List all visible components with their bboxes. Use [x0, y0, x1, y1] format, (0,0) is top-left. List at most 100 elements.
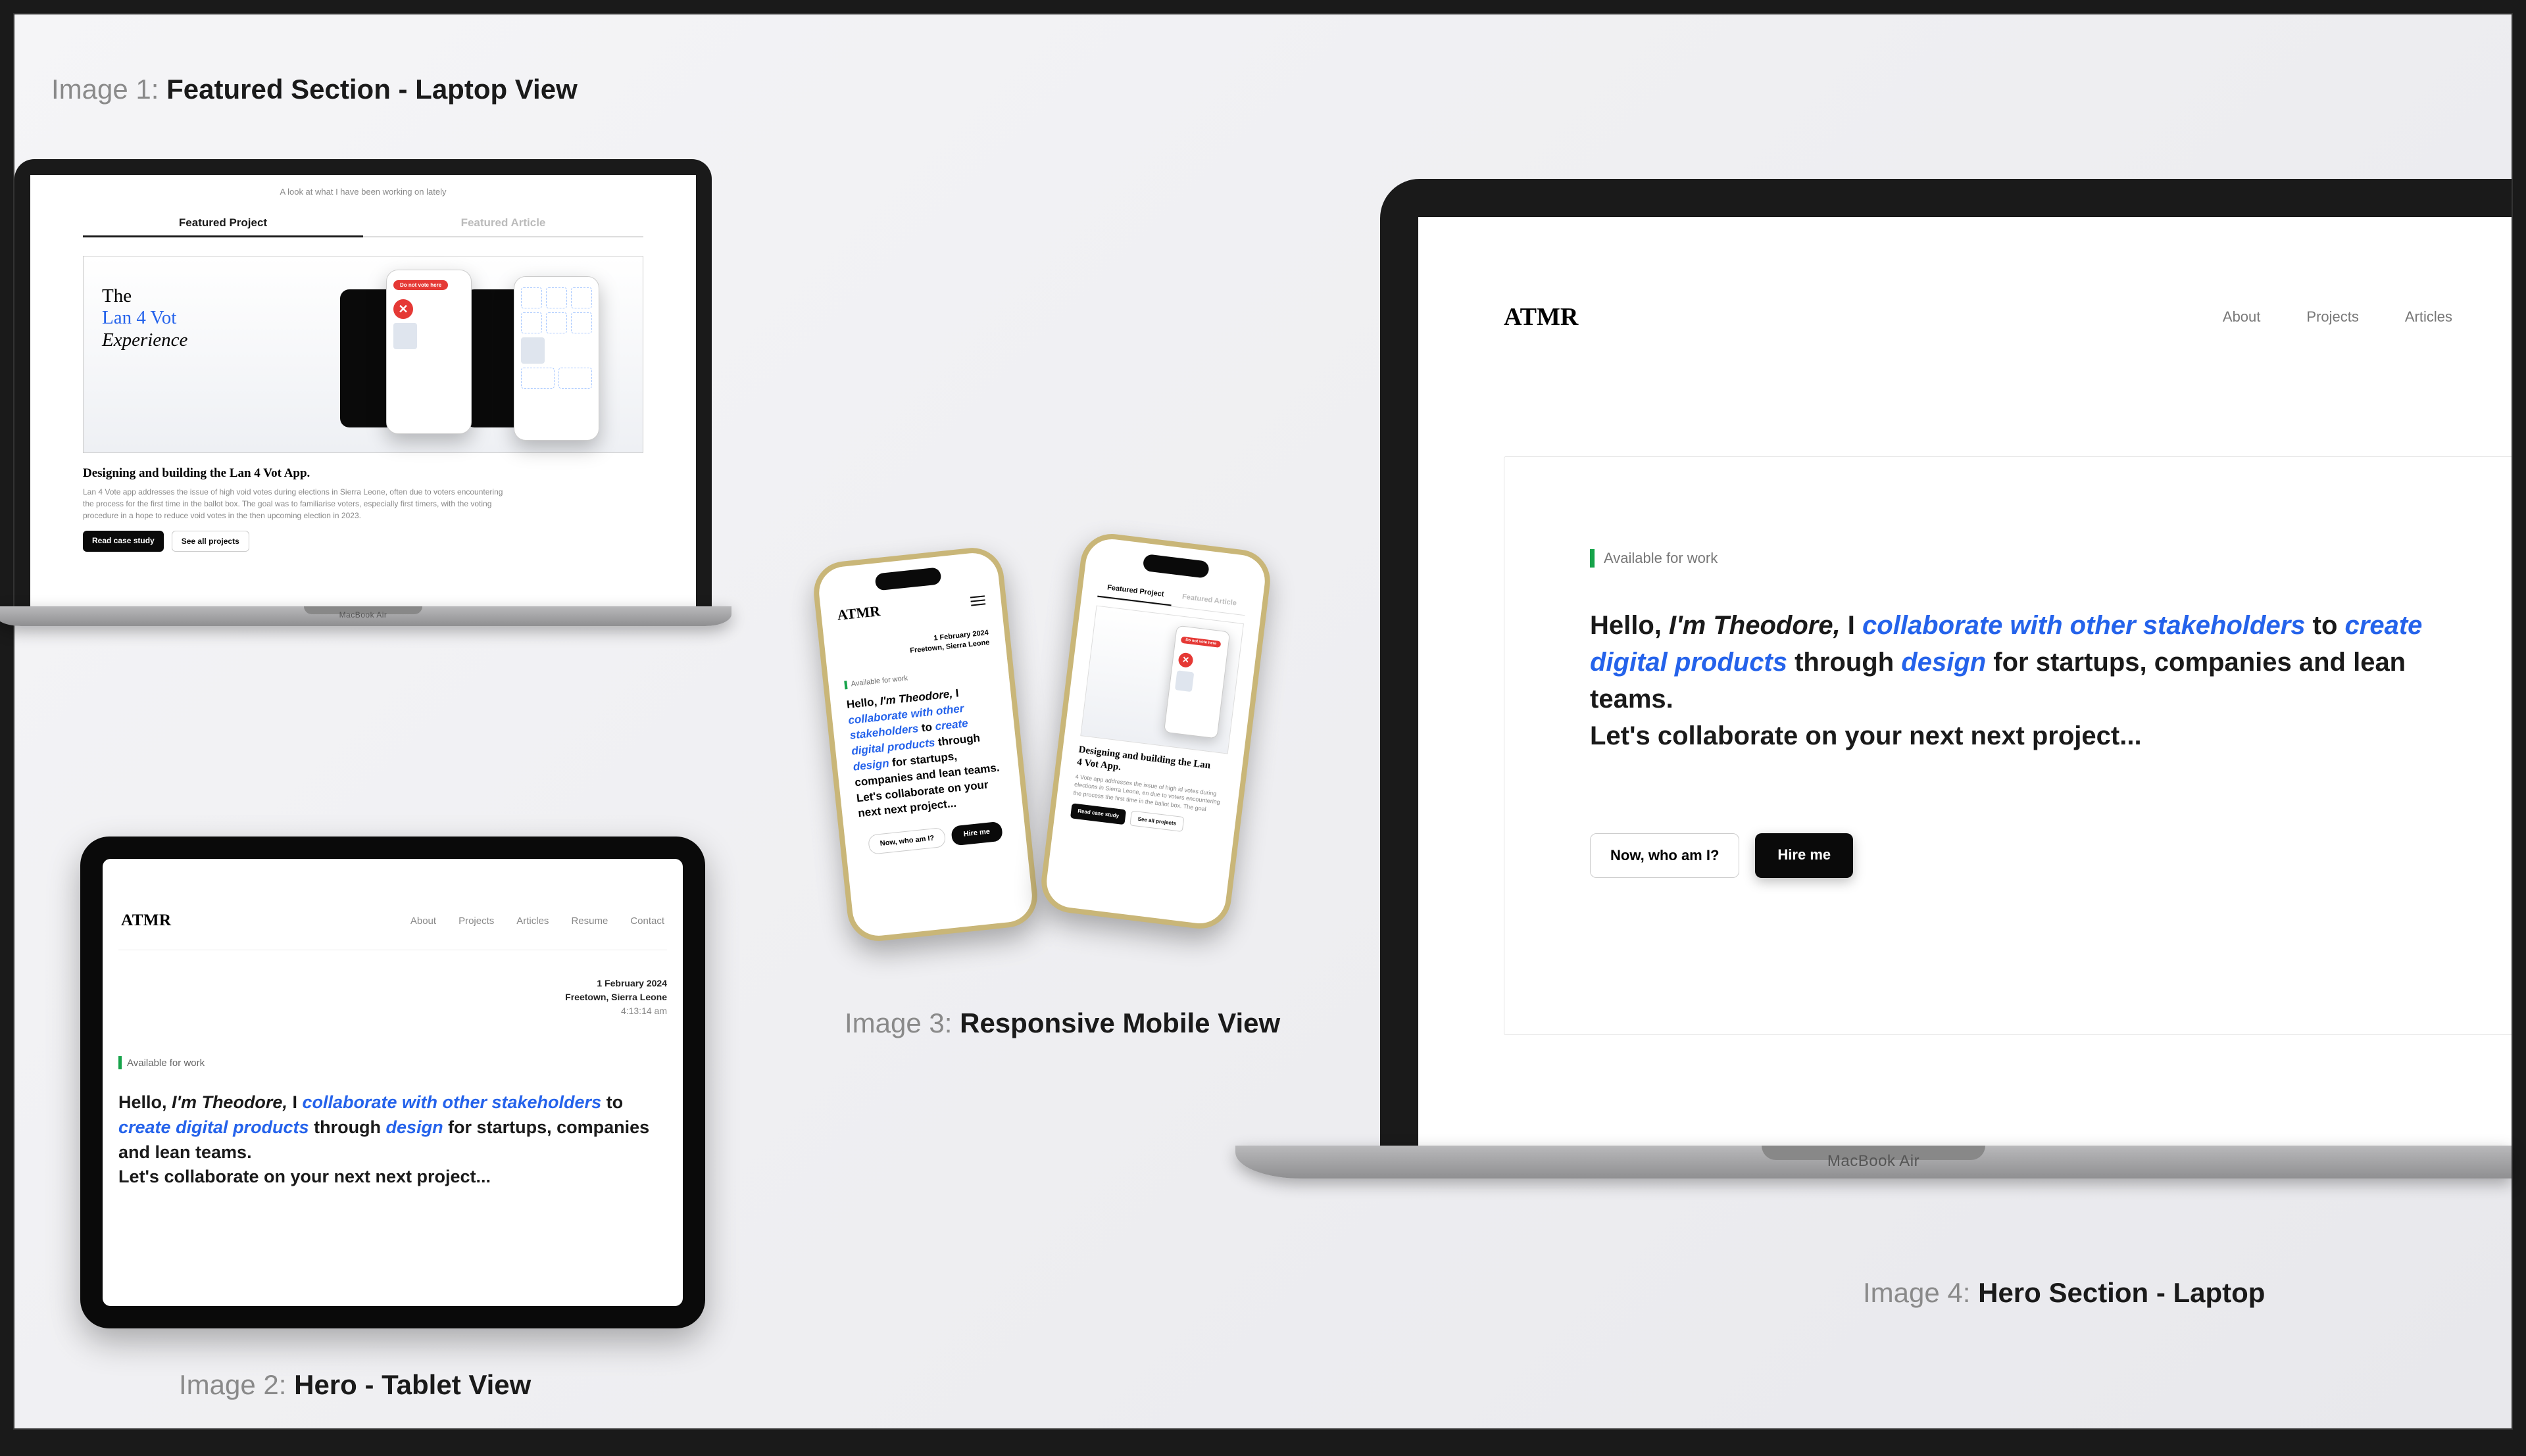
macbook-label: MacBook Air	[1235, 1152, 2512, 1171]
availability-text: Available for work	[851, 675, 908, 689]
hire-me-button[interactable]: Hire me	[951, 821, 1003, 846]
meta-location: Freetown, Sierra Leone	[118, 990, 667, 1004]
laptop-screen: ATMR About Projects Articles Available f…	[1418, 217, 2512, 1146]
mobile-buttons: Now, who am I? Hire me	[860, 821, 1010, 856]
hero-link-design[interactable]: design	[386, 1117, 443, 1137]
inner-phone-mockup: Do not vote here ✕	[1164, 625, 1230, 739]
nav-about[interactable]: About	[410, 915, 436, 927]
project-description: Lan 4 Vote app addresses the issue of hi…	[83, 486, 504, 522]
hero-text: Hello, I'm Theodore, I collaborate with …	[1590, 607, 2465, 754]
nav-projects[interactable]: Projects	[458, 915, 494, 927]
tab-featured-article[interactable]: Featured Article	[363, 210, 643, 236]
hamburger-menu-icon[interactable]	[970, 595, 985, 606]
nav-about[interactable]: About	[2223, 308, 2261, 326]
mobile-mockup-group: ATMR 1 February 2024 Freetown, Sierra Le…	[830, 541, 1304, 961]
read-case-study-button[interactable]: Read case study	[1070, 804, 1126, 825]
mobile-mockup-hero: ATMR 1 February 2024 Freetown, Sierra Le…	[810, 545, 1040, 944]
availability-text: Available for work	[1604, 550, 1718, 567]
featured-image-frame: The Lan 4 Vot Experience Do not vote her…	[83, 256, 643, 453]
caption-image1: Image 1: Featured Section - Laptop View	[51, 74, 578, 105]
tile-icon	[546, 287, 567, 308]
mobile-featured-frame: Do not vote here ✕	[1080, 606, 1244, 754]
error-x-icon: ✕	[393, 299, 413, 319]
mobile-nav: ATMR	[836, 591, 985, 623]
who-am-i-button[interactable]: Now, who am I?	[1590, 833, 1739, 878]
availability-bar-icon	[844, 681, 847, 689]
availability-badge: Available for work	[1590, 549, 2512, 568]
hero-card: Available for work Hello, I'm Theodore, …	[1504, 456, 2512, 1035]
tile-row	[521, 312, 592, 333]
availability-text: Available for work	[127, 1057, 205, 1069]
who-am-i-button[interactable]: Now, who am I?	[868, 827, 946, 855]
hero-link-collaborate[interactable]: collaborate with other stakeholders	[1862, 611, 2306, 640]
laptop-screen: A look at what I have been working on la…	[30, 175, 696, 606]
brand-logo[interactable]: ATMR	[121, 911, 172, 930]
tile-icon	[558, 368, 592, 389]
meta-date: 1 February 2024	[118, 977, 667, 990]
nav-articles[interactable]: Articles	[516, 915, 549, 927]
meta-block: 1 February 2024 Freetown, Sierra Leone 4…	[118, 977, 667, 1018]
hero-link-collaborate[interactable]: collaborate with other stakeholders	[302, 1092, 601, 1112]
error-x-icon: ✕	[1177, 652, 1194, 668]
tablet-bezel: ATMR About Projects Articles Resume Cont…	[80, 837, 705, 1328]
tile-icon	[521, 368, 555, 389]
hero-link-design[interactable]: design	[853, 757, 889, 773]
meta-time: 4:13:14 am	[118, 1004, 667, 1018]
caption-bold: Featured Section - Laptop View	[166, 74, 578, 105]
fg-phone-mockup	[514, 276, 599, 441]
avatar-tile-icon	[521, 337, 545, 364]
tab-featured-project[interactable]: Featured Project	[1097, 577, 1174, 606]
caption-bold: Hero Section - Laptop	[1978, 1277, 2265, 1308]
hero-link-create[interactable]: create digital products	[118, 1117, 309, 1137]
see-all-projects-button[interactable]: See all projects	[172, 531, 249, 552]
caption-prefix: Image 1:	[51, 74, 166, 105]
brand-logo[interactable]: ATMR	[836, 602, 881, 624]
laptop-mockup-hero: ATMR About Projects Articles Available f…	[1380, 179, 2512, 1178]
project-title: Designing and building the Lan 4 Vot App…	[83, 466, 643, 481]
caption-prefix: Image 2:	[179, 1369, 294, 1400]
featured-subtitle: A look at what I have been working on la…	[83, 187, 643, 197]
laptop-bezel: ATMR About Projects Articles Available f…	[1380, 179, 2512, 1146]
caption-prefix: Image 3:	[845, 1007, 960, 1038]
nav-bar: ATMR About Projects Articles Resume Cont…	[118, 911, 667, 950]
hire-me-button[interactable]: Hire me	[1755, 833, 1853, 878]
avatar-tile-icon	[393, 323, 417, 349]
tab-featured-project[interactable]: Featured Project	[83, 210, 363, 236]
hero-text: Hello, I'm Theodore, I collaborate with …	[118, 1090, 667, 1190]
tab-featured-article[interactable]: Featured Article	[1171, 587, 1247, 616]
featured-tabs: Featured Project Featured Article	[83, 210, 643, 237]
caption-image3: Image 3: Responsive Mobile View	[845, 1007, 1280, 1039]
tile-icon	[546, 312, 567, 333]
see-all-projects-button[interactable]: See all projects	[1129, 811, 1184, 833]
tablet-screen: ATMR About Projects Articles Resume Cont…	[103, 859, 683, 1306]
nav-projects[interactable]: Projects	[2306, 308, 2358, 326]
caption-image2: Image 2: Hero - Tablet View	[179, 1369, 531, 1401]
read-case-study-button[interactable]: Read case study	[83, 531, 164, 552]
mobile-mockup-featured: Featured Project Featured Article Do not…	[1038, 530, 1274, 932]
mobile-meta: 1 February 2024 Freetown, Sierra Leone	[840, 628, 990, 664]
warning-pill: Do not vote here	[393, 280, 448, 290]
brand-logo[interactable]: ATMR	[1504, 303, 1578, 331]
tile-icon	[571, 312, 592, 333]
nav-contact[interactable]: Contact	[630, 915, 664, 927]
tablet-mockup: ATMR About Projects Articles Resume Cont…	[80, 837, 705, 1328]
hero-link-design[interactable]: design	[1901, 648, 1986, 677]
nav-bar: ATMR About Projects Articles	[1504, 303, 2512, 331]
button-row: Read case study See all projects	[83, 531, 643, 552]
availability-bar-icon	[118, 1056, 122, 1069]
caption-prefix: Image 4:	[1863, 1277, 1978, 1308]
nav-articles[interactable]: Articles	[2405, 308, 2452, 326]
tile-row	[521, 368, 592, 389]
availability-bar-icon	[1590, 549, 1595, 568]
availability-badge: Available for work	[118, 1056, 667, 1069]
laptop-base: MacBook Air	[0, 606, 731, 626]
warning-pill: Do not vote here	[1181, 637, 1222, 648]
caption-bold: Hero - Tablet View	[294, 1369, 531, 1400]
tile-icon	[571, 287, 592, 308]
nav-resume[interactable]: Resume	[571, 915, 608, 927]
nav-links: About Projects Articles Resume Contact	[410, 915, 664, 927]
fg-phone-mockup: Do not vote here ✕	[386, 270, 472, 434]
mobile-hero-text: Hello, I'm Theodore, I collaborate with …	[846, 681, 1007, 821]
hero-buttons: Now, who am I? Hire me	[1590, 833, 2512, 878]
laptop-base: MacBook Air	[1235, 1146, 2512, 1178]
